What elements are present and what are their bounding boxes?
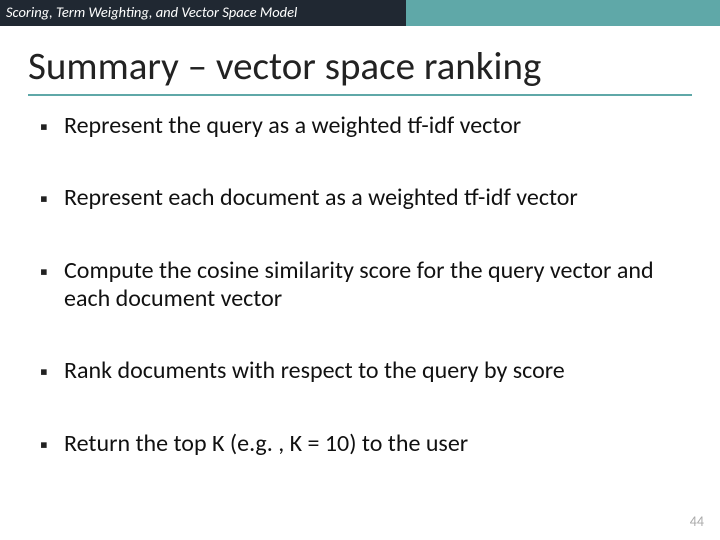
list-item: ▪ Compute the cosine similarity score fo… xyxy=(40,257,680,314)
list-item-text: Represent each document as a weighted tf… xyxy=(64,184,680,212)
list-item: ▪ Return the top K (e.g. , K = 10) to th… xyxy=(40,430,680,458)
breadcrumb: Scoring, Term Weighting, and Vector Spac… xyxy=(0,0,406,26)
list-item-text: Return the top K (e.g. , K = 10) to the … xyxy=(64,430,680,458)
bullet-icon: ▪ xyxy=(40,357,64,385)
list-item: ▪ Represent each document as a weighted … xyxy=(40,184,680,212)
slide: Scoring, Term Weighting, and Vector Spac… xyxy=(0,0,720,540)
title-container: Summary – vector space ranking xyxy=(28,44,692,96)
list-item: ▪ Represent the query as a weighted tf-i… xyxy=(40,112,680,140)
list-item-text: Represent the query as a weighted tf-idf… xyxy=(64,112,680,140)
list-item-text: Rank documents with respect to the query… xyxy=(64,357,680,385)
page-title: Summary – vector space ranking xyxy=(28,44,692,94)
bullet-icon: ▪ xyxy=(40,430,64,458)
bullet-icon: ▪ xyxy=(40,257,64,285)
page-number: 44 xyxy=(690,513,704,530)
bullet-icon: ▪ xyxy=(40,112,64,140)
body-content: ▪ Represent the query as a weighted tf-i… xyxy=(40,112,680,458)
list-item: ▪ Rank documents with respect to the que… xyxy=(40,357,680,385)
bullet-icon: ▪ xyxy=(40,184,64,212)
list-item-text: Compute the cosine similarity score for … xyxy=(64,257,680,314)
